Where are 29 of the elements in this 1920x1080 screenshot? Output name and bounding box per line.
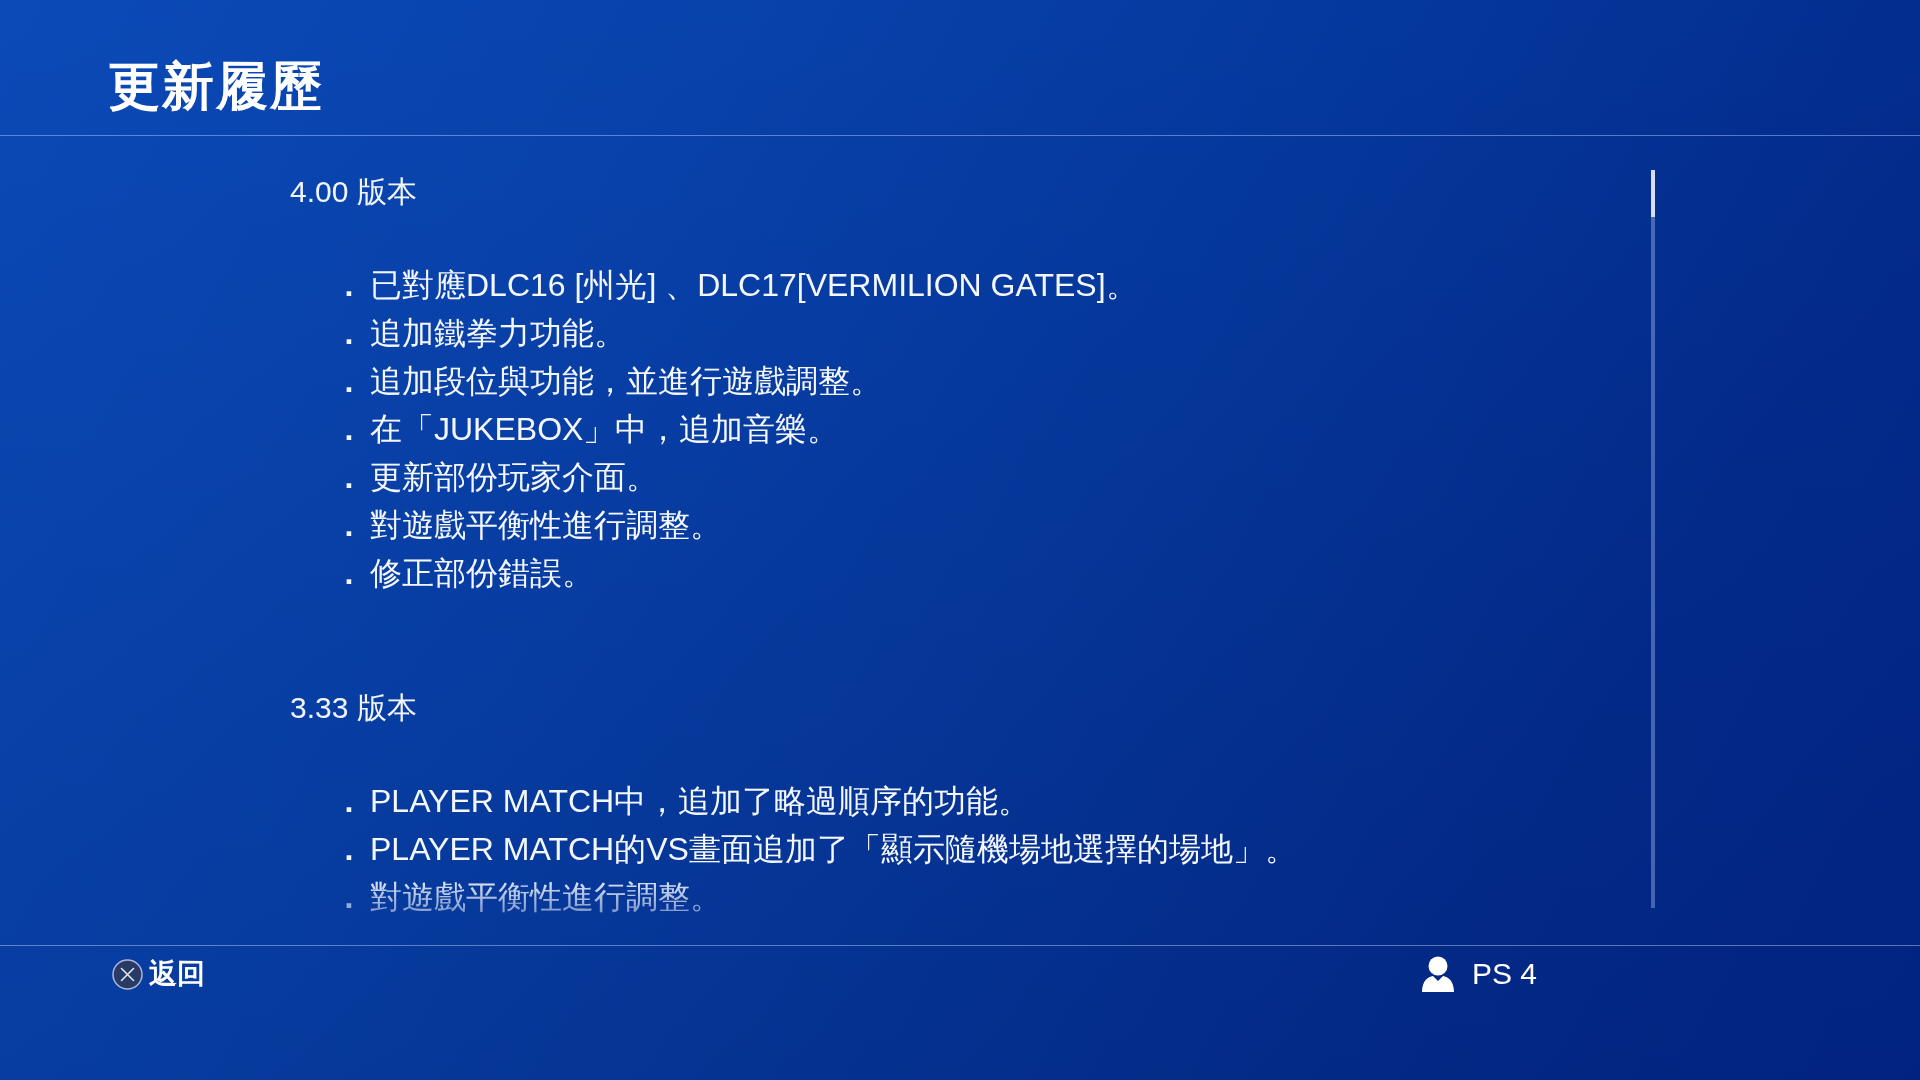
scrollbar-thumb[interactable]	[1651, 170, 1655, 217]
bullet-marker: .	[343, 782, 355, 821]
version-heading: 3.33 版本	[290, 690, 417, 726]
change-item: 對遊戲平衡性進行調整。	[370, 506, 722, 545]
change-item: PLAYER MATCH的VS畫面追加了「顯示隨機場地選擇的場地」。	[370, 830, 1297, 869]
change-item: 修正部份錯誤。	[370, 554, 594, 593]
change-item: 追加鐵拳力功能。	[370, 314, 626, 353]
bullet-marker: .	[343, 878, 355, 917]
change-item: 追加段位與功能，並進行遊戲調整。	[370, 362, 882, 401]
scrollbar-track[interactable]	[1651, 170, 1655, 908]
bullet-marker: .	[343, 554, 355, 593]
bullet-marker: .	[343, 314, 355, 353]
page-title: 更新履歷	[108, 56, 324, 117]
version-heading: 4.00 版本	[290, 174, 417, 210]
bullet-marker: .	[343, 458, 355, 497]
change-item: 已對應DLC16 [州光] 、DLC17[VERMILION GATES]。	[370, 266, 1138, 305]
bullet-marker: .	[343, 830, 355, 869]
user-icon	[1421, 956, 1454, 992]
change-item: 更新部份玩家介面。	[370, 458, 658, 497]
bullet-marker: .	[343, 266, 355, 305]
user-name: PS 4	[1471, 956, 1537, 992]
bullet-marker: .	[343, 410, 355, 449]
change-item: 對遊戲平衡性進行調整。	[370, 878, 722, 917]
bullet-marker: .	[343, 362, 355, 401]
bullet-marker: .	[343, 506, 355, 545]
cross-button-icon	[112, 958, 143, 990]
back-hint: 返回	[149, 957, 205, 991]
change-item: PLAYER MATCH中，追加了略過順序的功能。	[370, 782, 1031, 821]
change-item: 在「JUKEBOX」中，追加音樂。	[370, 410, 840, 449]
